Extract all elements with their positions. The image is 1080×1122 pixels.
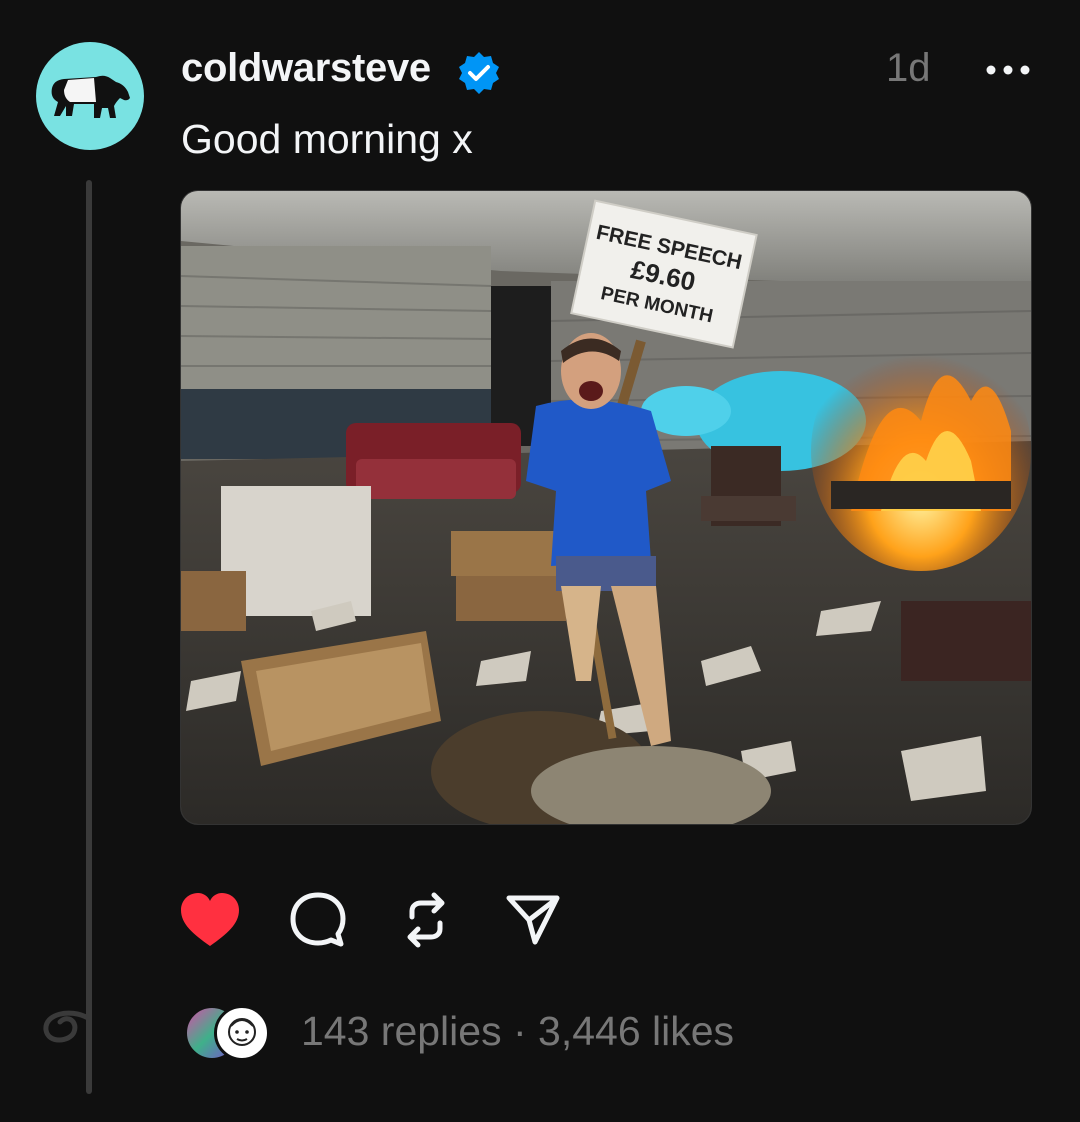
- face-sketch-icon: [228, 1018, 256, 1046]
- replier-avatar: [214, 1005, 270, 1061]
- replier-avatars[interactable]: [184, 1005, 270, 1061]
- more-icon[interactable]: [984, 60, 1032, 80]
- repost-button[interactable]: [394, 888, 458, 952]
- username[interactable]: coldwarsteve: [181, 46, 431, 91]
- verified-badge-icon: [459, 52, 499, 94]
- send-icon: [506, 895, 560, 945]
- stats-separator: ·: [501, 1008, 539, 1054]
- avatar[interactable]: [36, 42, 144, 150]
- share-button[interactable]: [500, 888, 564, 952]
- repost-icon: [407, 892, 445, 948]
- loop-icon: [43, 1010, 91, 1043]
- heart-icon: [181, 893, 239, 946]
- tapir-icon: [51, 75, 130, 118]
- post-text: Good morning x: [181, 116, 473, 162]
- likes-count[interactable]: 3,446 likes: [538, 1008, 734, 1054]
- timestamp: 1d: [886, 46, 931, 90]
- reply-button[interactable]: [286, 888, 350, 952]
- replies-count[interactable]: 143 replies: [301, 1008, 502, 1054]
- post-stats: 143 replies · 3,446 likes: [301, 1008, 734, 1055]
- post-image[interactable]: FREE SPEECH £9.60 PER MONTH: [180, 190, 1032, 825]
- thread-line: [86, 180, 92, 1094]
- comment-icon: [290, 892, 346, 947]
- like-button[interactable]: [178, 888, 242, 952]
- post-image-scene: FREE SPEECH £9.60 PER MONTH: [181, 191, 1031, 824]
